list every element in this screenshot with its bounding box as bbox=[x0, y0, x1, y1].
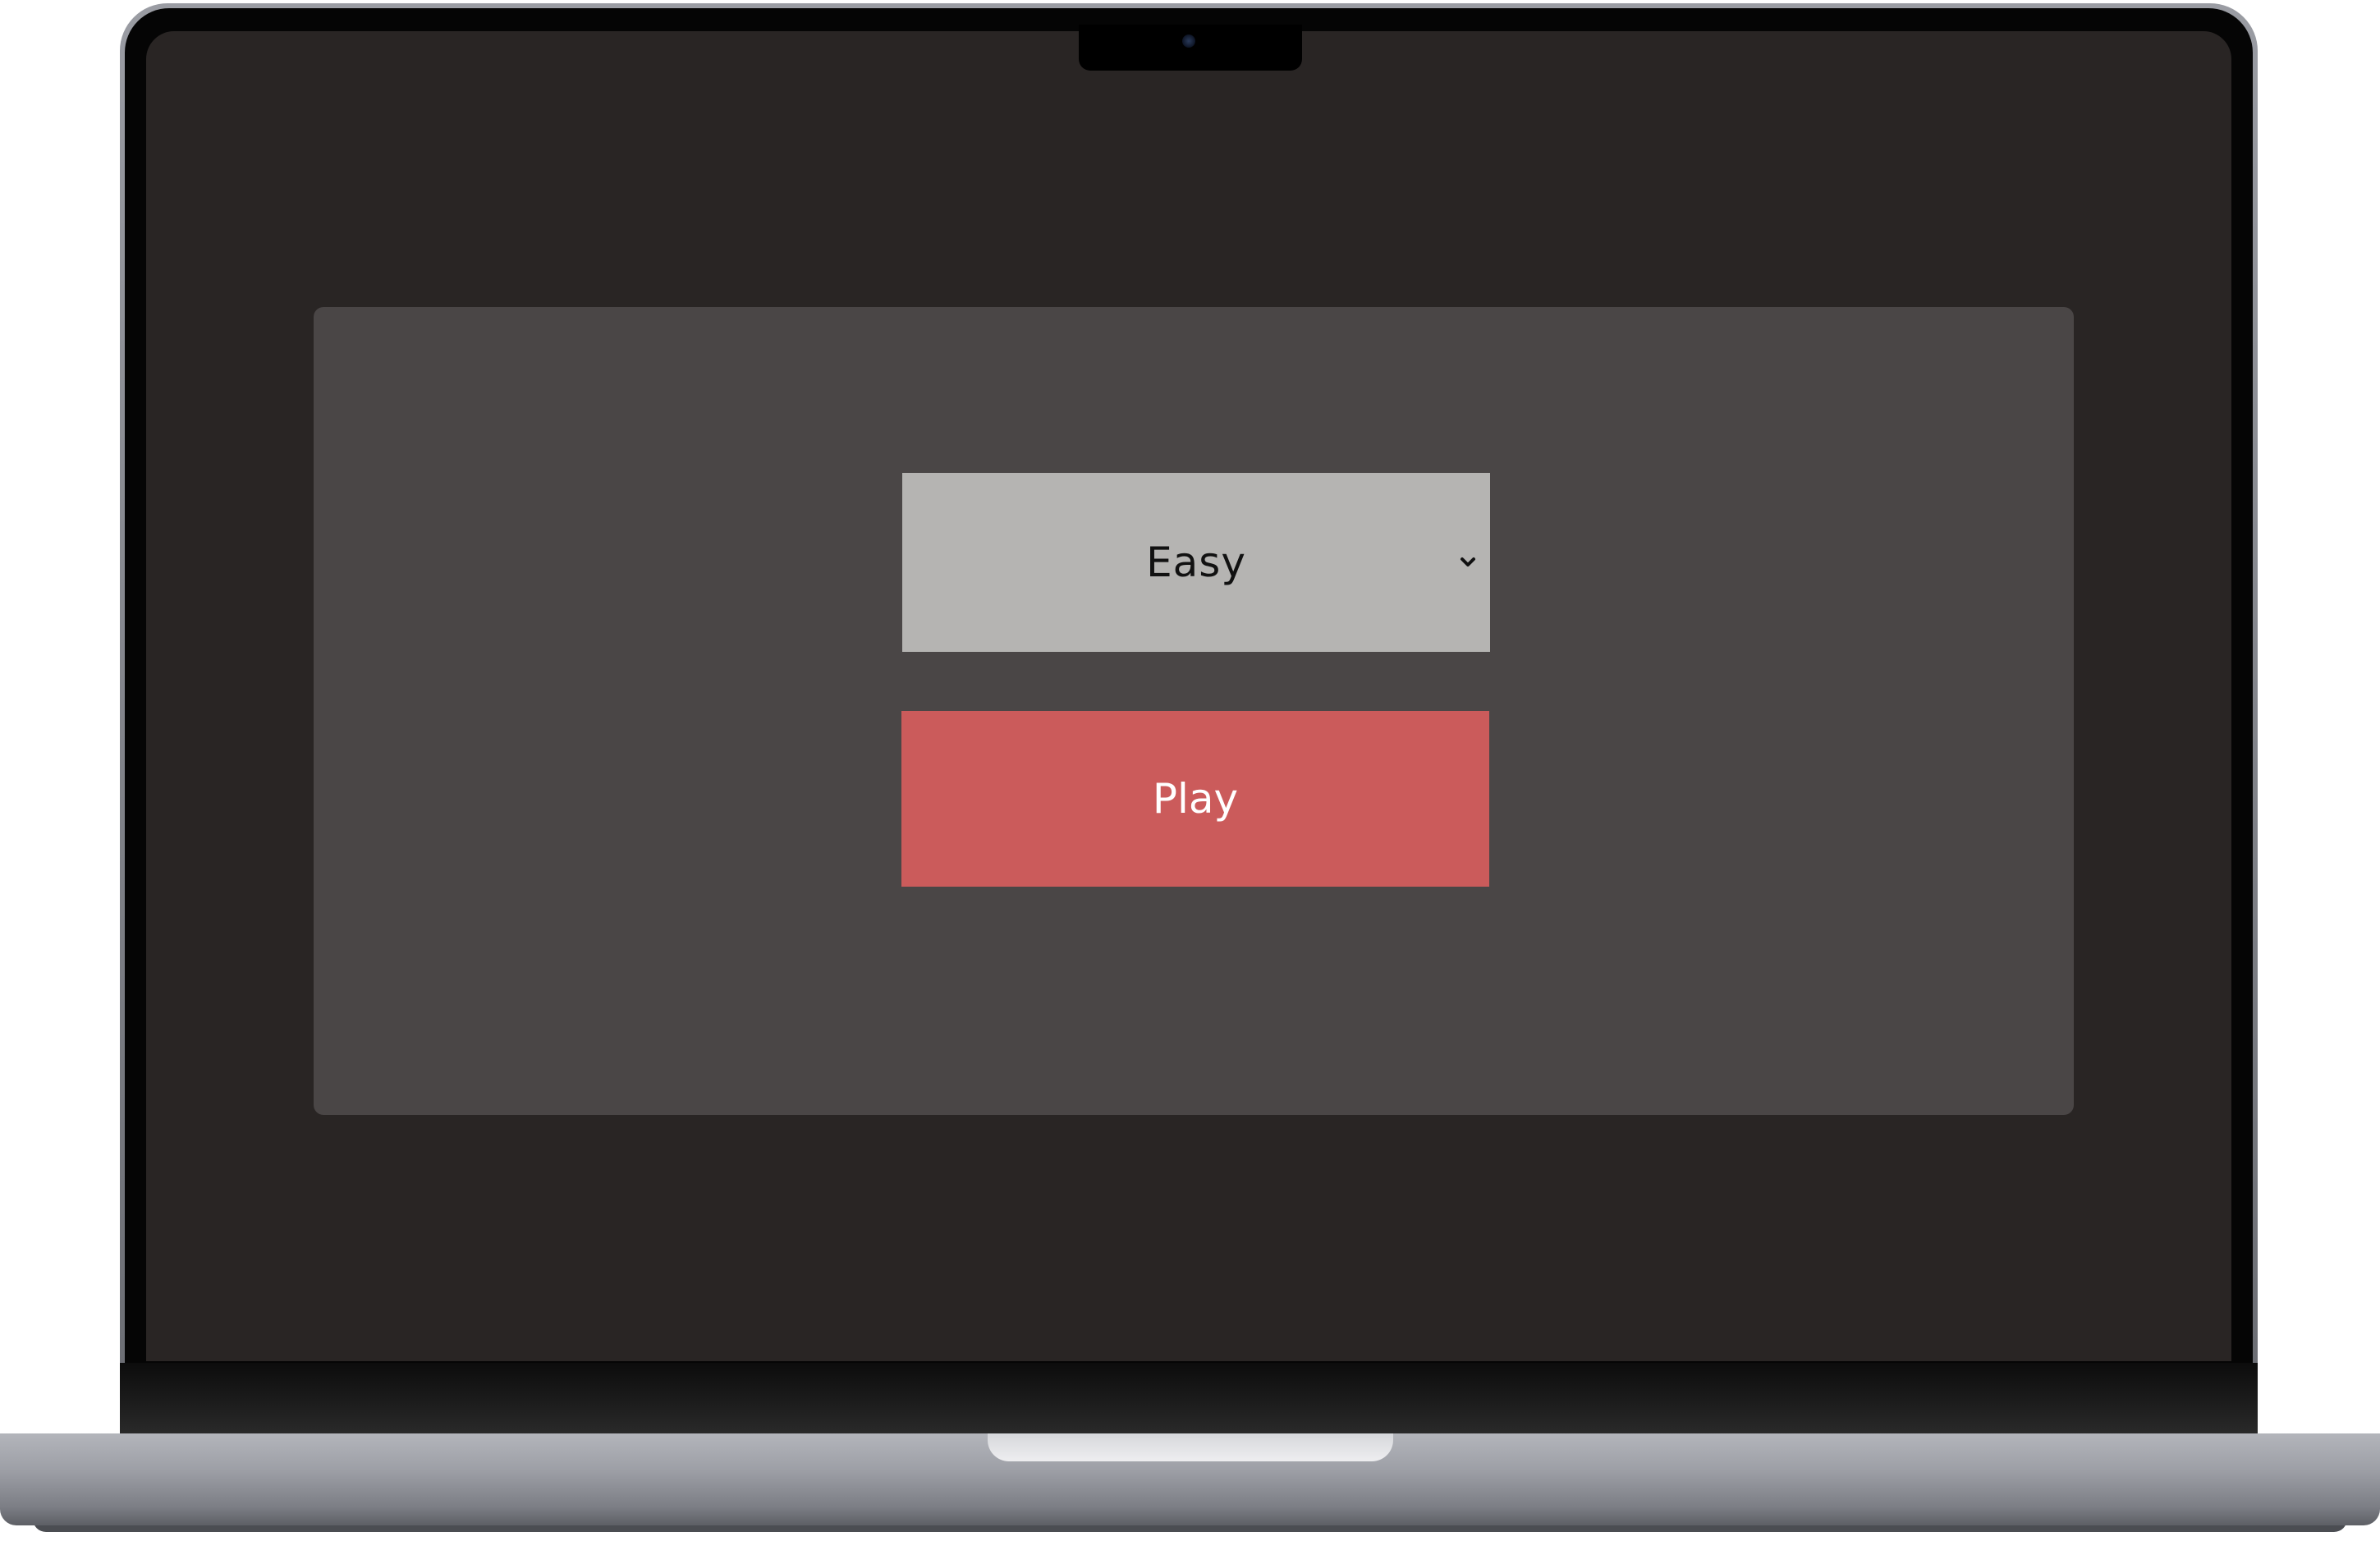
difficulty-selected-value: Easy bbox=[1146, 539, 1246, 586]
chevron-down-icon bbox=[1461, 557, 1475, 566]
laptop-mockup: Easy Play bbox=[0, 0, 2380, 1541]
camera-icon bbox=[1182, 34, 1195, 48]
screen-chin bbox=[120, 1363, 2258, 1437]
camera-notch bbox=[1079, 25, 1302, 71]
play-button[interactable]: Play bbox=[901, 711, 1489, 887]
laptop-screen: Easy Play bbox=[146, 31, 2231, 1361]
lid-opening-notch bbox=[988, 1433, 1393, 1461]
difficulty-select[interactable]: Easy bbox=[902, 473, 1490, 652]
